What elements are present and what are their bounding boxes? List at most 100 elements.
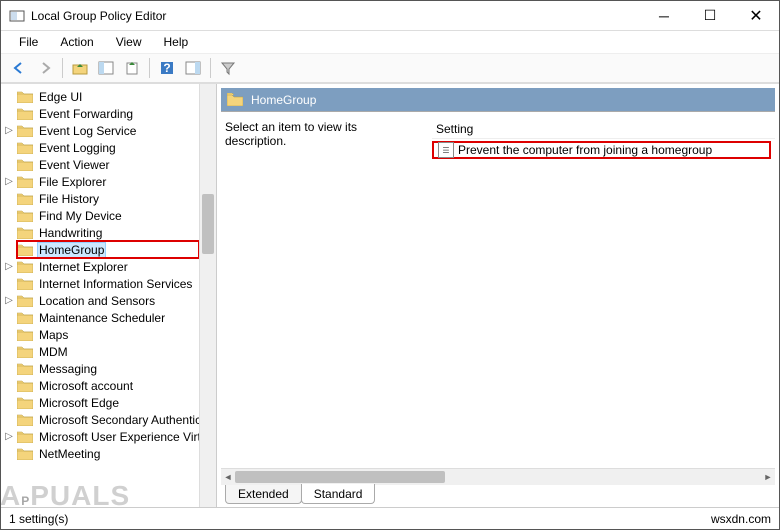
settings-list-body: ☰ Prevent the computer from joining a hom… (432, 139, 775, 464)
window-title: Local Group Policy Editor (31, 9, 641, 23)
toolbar-separator (62, 58, 63, 78)
toolbar-separator (149, 58, 150, 78)
policy-icon: ☰ (438, 142, 454, 158)
help-icon[interactable]: ? (155, 56, 179, 80)
svg-text:?: ? (163, 61, 170, 75)
tab-standard[interactable]: Standard (301, 484, 376, 504)
settings-list: Setting ☰ Prevent the computer from joini… (432, 120, 775, 464)
menu-view[interactable]: View (106, 33, 152, 51)
tree-item-label: Event Viewer (37, 158, 111, 172)
tree-item-edge-ui[interactable]: Edge UI (17, 88, 199, 105)
maximize-button[interactable]: ☐ (687, 1, 733, 31)
tree-item-label: Microsoft account (37, 379, 135, 393)
expand-icon[interactable]: ▷ (3, 261, 15, 272)
tree-item-label: File History (37, 192, 101, 206)
menu-help[interactable]: Help (154, 33, 199, 51)
scrollbar-thumb[interactable] (235, 471, 445, 483)
show-hide-actions-icon[interactable] (181, 56, 205, 80)
status-count: 1 setting(s) (9, 512, 68, 526)
toolbar: ? (1, 53, 779, 83)
tree-item-handwriting[interactable]: Handwriting (17, 224, 199, 241)
menu-file[interactable]: File (9, 33, 48, 51)
tree-item-homegroup[interactable]: HomeGroup (17, 241, 199, 258)
expand-icon[interactable]: ▷ (3, 431, 15, 442)
tree-item-label: MDM (37, 345, 70, 359)
up-folder-icon[interactable] (68, 56, 92, 80)
tree-item-microsoft-account[interactable]: Microsoft account (17, 377, 199, 394)
back-arrow-icon[interactable] (7, 56, 31, 80)
tree-item-find-my-device[interactable]: Find My Device (17, 207, 199, 224)
details-horizontal-scrollbar[interactable]: ◄ ► (221, 468, 775, 485)
scrollbar-thumb[interactable] (202, 194, 214, 254)
tree-vertical-scrollbar[interactable] (199, 84, 216, 507)
tree-item-maps[interactable]: Maps (17, 326, 199, 343)
tree-item-microsoft-edge[interactable]: Microsoft Edge (17, 394, 199, 411)
tree-item-microsoft-secondary-authentication[interactable]: Microsoft Secondary Authentication (17, 411, 199, 428)
tree-item-internet-information-services[interactable]: Internet Information Services (17, 275, 199, 292)
tree-item-label: Internet Explorer (37, 260, 130, 274)
details-body: Select an item to view its description. … (217, 112, 779, 468)
details-pane: HomeGroup Select an item to view its des… (217, 84, 779, 507)
menu-bar: File Action View Help (1, 31, 779, 53)
tree-item-label: Messaging (37, 362, 99, 376)
tree-item-label: Event Log Service (37, 124, 138, 138)
tree-item-event-log-service[interactable]: ▷Event Log Service (17, 122, 199, 139)
export-icon[interactable] (120, 56, 144, 80)
toolbar-separator (210, 58, 211, 78)
tree-item-file-explorer[interactable]: ▷File Explorer (17, 173, 199, 190)
folder-icon (227, 93, 243, 106)
tree-item-microsoft-user-experience-virtualization[interactable]: ▷Microsoft User Experience Virtualizatio… (17, 428, 199, 445)
tree-pane: Edge UIEvent Forwarding▷Event Log Servic… (1, 84, 217, 507)
tree-item-label: Maps (37, 328, 70, 342)
scroll-left-arrow-icon[interactable]: ◄ (221, 469, 235, 485)
status-source: wsxdn.com (711, 512, 771, 526)
tree-item-event-forwarding[interactable]: Event Forwarding (17, 105, 199, 122)
content-area: Edge UIEvent Forwarding▷Event Log Servic… (1, 83, 779, 507)
tree-item-label: Maintenance Scheduler (37, 311, 167, 325)
menu-action[interactable]: Action (50, 33, 103, 51)
expand-icon[interactable]: ▷ (3, 125, 15, 136)
tree-item-internet-explorer[interactable]: ▷Internet Explorer (17, 258, 199, 275)
setting-label: Prevent the computer from joining a home… (458, 143, 712, 157)
tree-item-label: Microsoft User Experience Virtualization (37, 430, 199, 444)
tree-item-label: HomeGroup (37, 242, 106, 258)
close-button[interactable]: ✕ (733, 1, 779, 31)
filter-icon[interactable] (216, 56, 240, 80)
forward-arrow-icon[interactable] (33, 56, 57, 80)
title-bar: Local Group Policy Editor ─ ☐ ✕ (1, 1, 779, 31)
tree-item-label: Microsoft Secondary Authentication (37, 413, 199, 427)
show-hide-tree-icon[interactable] (94, 56, 118, 80)
tree-item-location-and-sensors[interactable]: ▷Location and Sensors (17, 292, 199, 309)
column-header-setting[interactable]: Setting (432, 120, 775, 139)
status-bar: 1 setting(s) wsxdn.com (1, 507, 779, 529)
tree-item-label: Handwriting (37, 226, 104, 240)
tree-item-maintenance-scheduler[interactable]: Maintenance Scheduler (17, 309, 199, 326)
scroll-right-arrow-icon[interactable]: ► (761, 469, 775, 485)
expand-icon[interactable]: ▷ (3, 295, 15, 306)
tree-item-label: Location and Sensors (37, 294, 157, 308)
tree-item-label: Microsoft Edge (37, 396, 121, 410)
tree-item-label: Event Logging (37, 141, 118, 155)
setting-row[interactable]: ☰ Prevent the computer from joining a hom… (432, 141, 771, 159)
minimize-button[interactable]: ─ (641, 1, 687, 31)
tree-item-label: Find My Device (37, 209, 124, 223)
tree-item-file-history[interactable]: File History (17, 190, 199, 207)
tree-view[interactable]: Edge UIEvent Forwarding▷Event Log Servic… (1, 84, 199, 507)
app-icon (9, 8, 25, 24)
tree-item-messaging[interactable]: Messaging (17, 360, 199, 377)
tree-item-label: Event Forwarding (37, 107, 135, 121)
tree-item-event-viewer[interactable]: Event Viewer (17, 156, 199, 173)
tree-item-netmeeting[interactable]: NetMeeting (17, 445, 199, 462)
window-controls: ─ ☐ ✕ (641, 1, 779, 31)
tree-item-label: Edge UI (37, 90, 84, 104)
expand-icon[interactable]: ▷ (3, 176, 15, 187)
tree-item-event-logging[interactable]: Event Logging (17, 139, 199, 156)
details-header: HomeGroup (221, 88, 775, 112)
description-column: Select an item to view its description. (225, 120, 420, 464)
tree-item-label: NetMeeting (37, 447, 102, 461)
view-tabs: Extended Standard (221, 485, 775, 507)
tree-item-label: Internet Information Services (37, 277, 194, 291)
window-frame: Local Group Policy Editor ─ ☐ ✕ File Act… (0, 0, 780, 530)
tab-extended[interactable]: Extended (225, 485, 302, 504)
tree-item-mdm[interactable]: MDM (17, 343, 199, 360)
